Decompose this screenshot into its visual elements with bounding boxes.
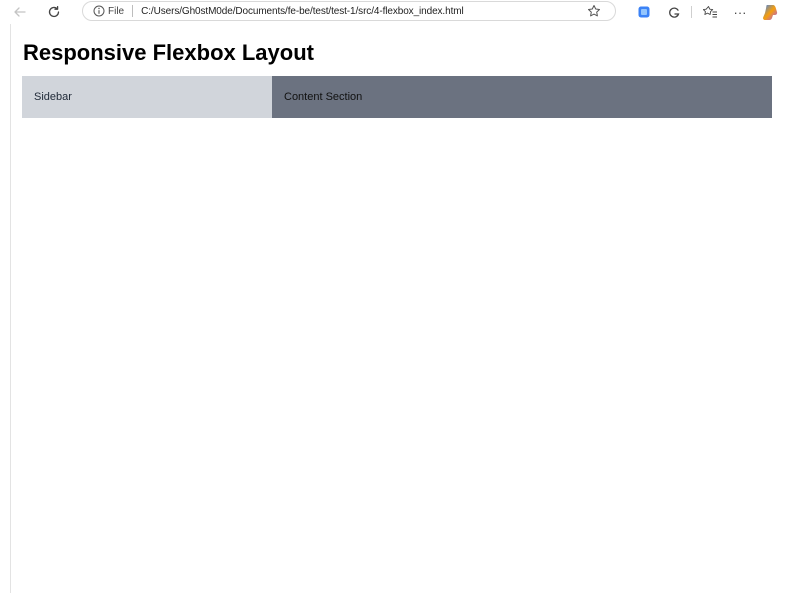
info-icon[interactable] xyxy=(93,5,105,17)
extension-icon[interactable] xyxy=(634,2,654,22)
page-title: Responsive Flexbox Layout xyxy=(23,40,314,65)
url-text[interactable]: C:/Users/Gh0stM0de/Documents/fe-be/test/… xyxy=(141,6,464,17)
sidebar-label: Sidebar xyxy=(34,91,72,103)
browser-essentials-icon[interactable] xyxy=(664,2,684,22)
copilot-icon[interactable] xyxy=(760,2,780,22)
content-section-label: Content Section xyxy=(284,91,363,103)
file-label: File xyxy=(108,5,125,17)
address-bar[interactable]: File C:/Users/Gh0stM0de/Documents/fe-be/… xyxy=(82,1,616,21)
viewport-edge xyxy=(10,24,11,593)
flex-container: Sidebar Content Section xyxy=(22,76,772,118)
more-options-icon[interactable]: ··· xyxy=(730,2,750,22)
toolbar-separator xyxy=(691,6,692,18)
back-arrow-icon[interactable] xyxy=(8,0,32,24)
browser-toolbar: File C:/Users/Gh0stM0de/Documents/fe-be/… xyxy=(0,0,792,24)
address-separator xyxy=(132,5,134,17)
content-section: Content Section xyxy=(272,76,772,118)
sidebar: Sidebar xyxy=(22,76,272,118)
favorites-icon[interactable] xyxy=(700,2,720,22)
refresh-icon[interactable] xyxy=(42,0,66,24)
star-icon[interactable] xyxy=(587,4,601,23)
